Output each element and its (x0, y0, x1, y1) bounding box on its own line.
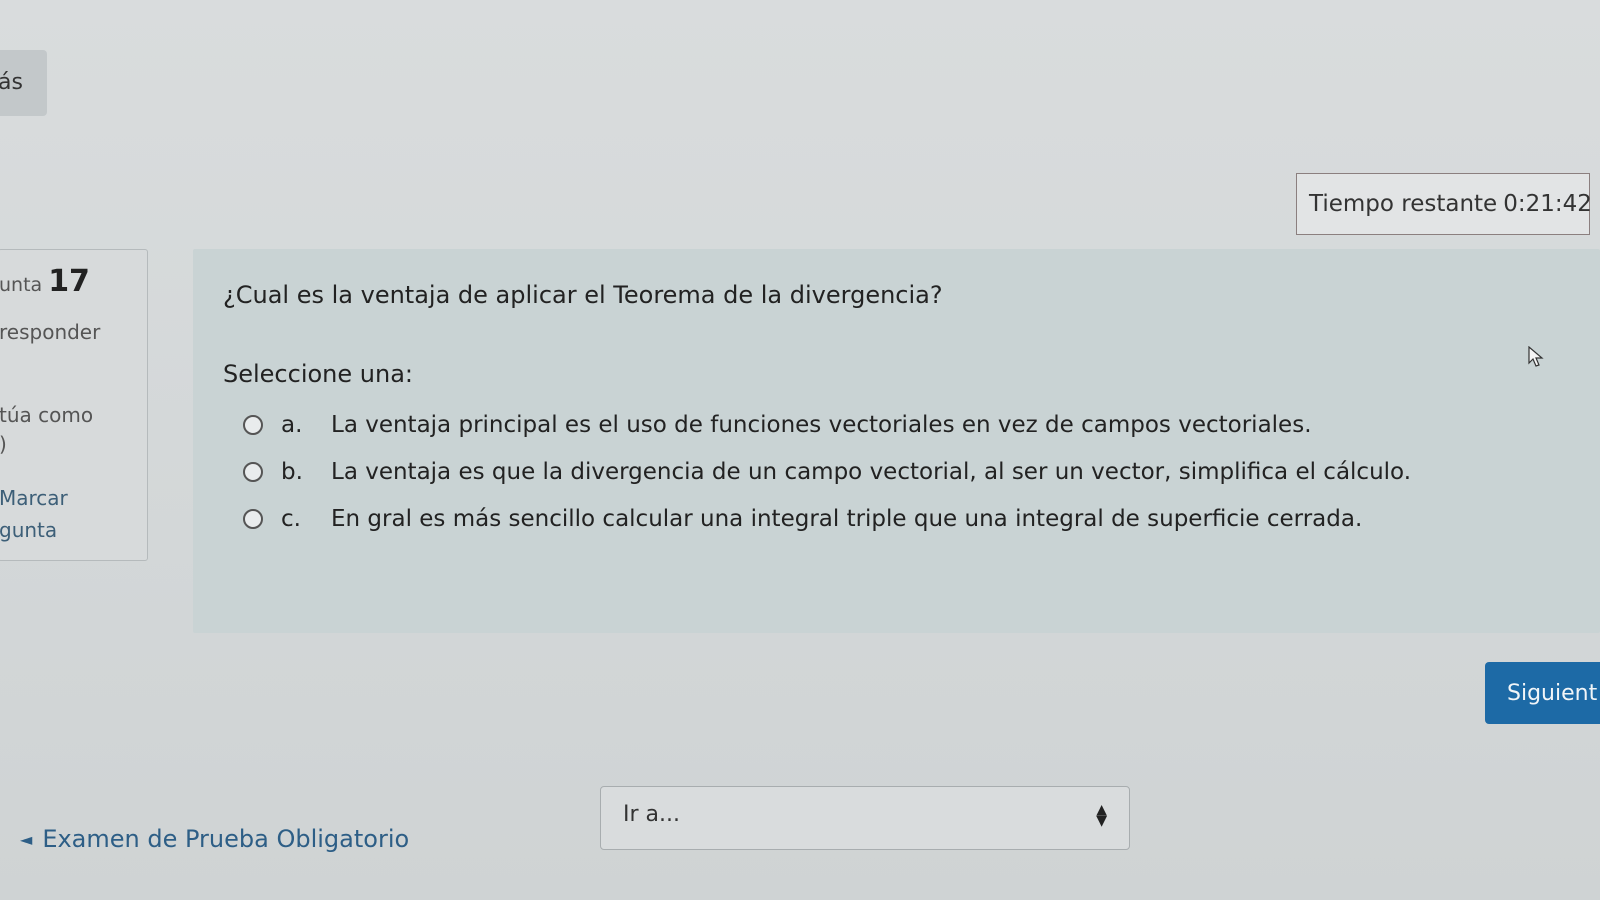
sort-updown-icon: ▲ ▼ (1096, 802, 1107, 829)
quiz-page: ás Tiempo restante 0:21:42 unta 17 respon… (0, 0, 1600, 900)
question-grade: túa como (0, 403, 94, 427)
answer-text: La ventaja es que la divergencia de un c… (331, 459, 1412, 485)
answer-letter: b. (281, 459, 303, 485)
question-formulation: ¿Cual es la ventaja de aplicar el Teorem… (193, 249, 1600, 633)
question-text: ¿Cual es la ventaja de aplicar el Teorem… (223, 281, 943, 309)
question-state: responder (0, 320, 101, 344)
question-info-panel: unta17 responder túa como ) Marcar gunta (0, 249, 148, 561)
question-number: unta 17 (0, 264, 90, 299)
time-remaining-box: Tiempo restante 0:21:42 (1296, 173, 1592, 235)
previous-activity-link[interactable]: ◄ Examen de Prueba Obligatorio (20, 825, 409, 853)
radio-b[interactable] (243, 462, 263, 482)
radio-c[interactable] (243, 509, 263, 529)
answer-option-c[interactable]: c. En gral es más sencillo calcular una … (243, 506, 1362, 532)
more-menu-button[interactable]: ás (0, 50, 47, 116)
timer-label: Tiempo restante (1309, 191, 1498, 217)
answer-prompt: Seleccione una: (223, 360, 413, 388)
question-number-value: 17 (48, 264, 90, 299)
more-menu-label: ás (0, 70, 23, 95)
jump-to-select[interactable]: Ir a... ▲ ▼ (600, 786, 1130, 850)
answer-letter: a. (281, 412, 303, 438)
question-grade-value: ) (0, 432, 7, 456)
answer-letter: c. (281, 506, 301, 532)
radio-a[interactable] (243, 415, 263, 435)
answer-option-a[interactable]: a. La ventaja principal es el uso de fun… (243, 412, 1312, 438)
mouse-pointer-icon (1528, 346, 1544, 367)
left-arrow-icon: ◄ (20, 829, 33, 849)
answer-text: En gral es más sencillo calcular una int… (331, 506, 1363, 532)
flag-question-link-cont[interactable]: gunta (0, 518, 57, 542)
previous-activity-label: Examen de Prueba Obligatorio (42, 825, 410, 853)
answer-option-b[interactable]: b. La ventaja es que la divergencia de u… (243, 459, 1411, 485)
timer-value: 0:21:42 (1503, 191, 1592, 217)
flag-question-link[interactable]: Marcar (0, 486, 68, 510)
question-number-prefix: unta (0, 274, 43, 296)
next-page-button[interactable]: Siguient (1485, 662, 1600, 724)
jump-to-placeholder: Ir a... (623, 802, 680, 827)
answer-text: La ventaja principal es el uso de funcio… (331, 412, 1312, 438)
